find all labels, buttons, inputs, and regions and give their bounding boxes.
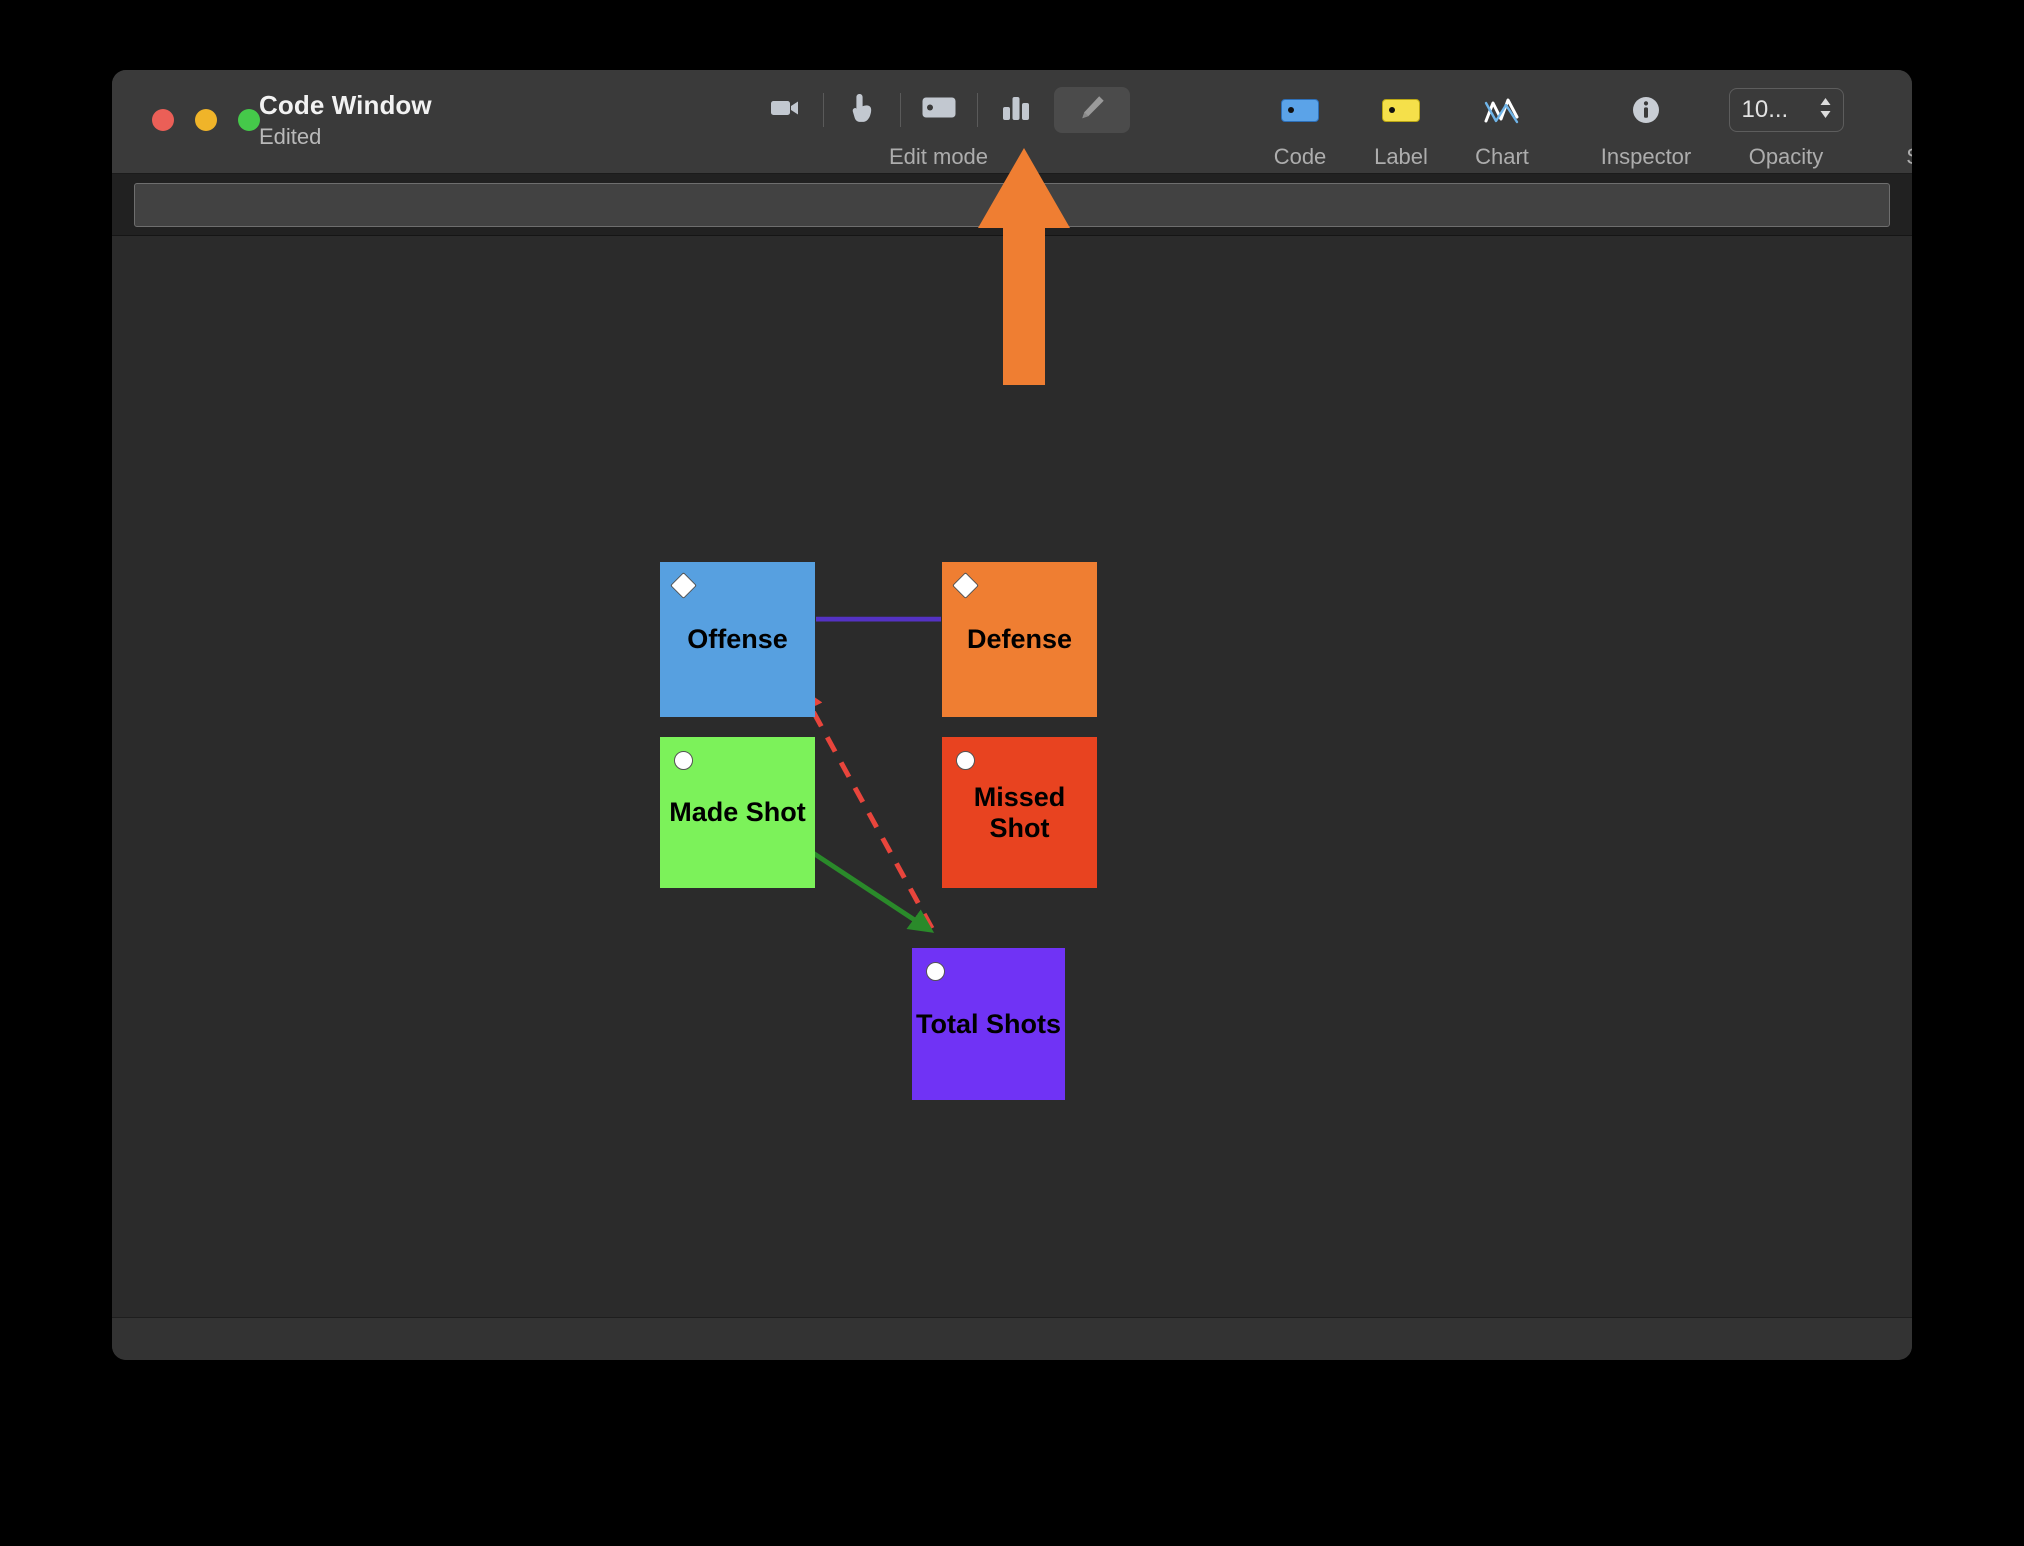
opacity-toolbar-control[interactable]: 10... Opacity	[1712, 81, 1860, 170]
edit-mode-toolbar	[747, 81, 1130, 139]
pointing-hand-tool-button[interactable]	[824, 87, 900, 133]
close-window-button[interactable]	[152, 109, 174, 131]
blue-tag-icon	[1281, 81, 1319, 139]
opacity-toolbar-label: Opacity	[1748, 144, 1824, 169]
main-text-input[interactable]	[134, 182, 1890, 227]
node-made-shot[interactable]: Made Shot	[660, 737, 815, 888]
minimize-window-button[interactable]	[195, 109, 217, 131]
titlebar: Code Window Edited Edit mode Code Label …	[112, 70, 1912, 174]
inspector-toolbar-button[interactable]: Inspector	[1587, 81, 1705, 170]
stepper-chevrons-icon[interactable]	[1817, 94, 1834, 127]
node-defense[interactable]: Defense	[942, 562, 1097, 717]
tag-tool-button[interactable]	[901, 87, 977, 133]
settings-toolbar-button[interactable]: Settings	[1887, 81, 1912, 170]
opacity-value: 10...	[1741, 96, 1789, 123]
node-handle-offense[interactable]	[670, 572, 697, 599]
video-camera-icon	[770, 97, 800, 124]
window-title: Code Window	[259, 90, 432, 120]
chart-toolbar-label: Chart	[1475, 144, 1529, 169]
input-bar-row	[112, 174, 1912, 236]
node-label-defense: Defense	[966, 624, 1073, 654]
pencil-icon	[1078, 94, 1106, 127]
chart-toolbar-button[interactable]: Chart	[1443, 81, 1561, 170]
yellow-tag-icon	[1382, 81, 1420, 139]
node-missed-shot[interactable]: Missed Shot	[942, 737, 1097, 888]
bar-chart-icon	[1002, 95, 1030, 126]
node-handle-missed-shot[interactable]	[956, 751, 975, 770]
label-toolbar-label: Label	[1374, 144, 1428, 169]
code-toolbar-label: Code	[1273, 144, 1327, 169]
window-subtitle: Edited	[259, 123, 322, 149]
bar-chart-tool-button[interactable]	[978, 87, 1054, 133]
node-handle-total-shots[interactable]	[926, 962, 945, 981]
node-label-made-shot: Made Shot	[669, 797, 806, 827]
diagram-canvas[interactable]: Offense Defense Made Shot Missed Shot To…	[112, 236, 1912, 1317]
settings-toolbar-label: Settings	[1906, 144, 1912, 170]
traffic-lights	[152, 109, 260, 131]
statusbar	[112, 1317, 1912, 1360]
node-handle-defense[interactable]	[952, 572, 979, 599]
inspector-toolbar-label: Inspector	[1600, 144, 1692, 169]
node-label-offense: Offense	[687, 624, 788, 654]
node-total-shots[interactable]: Total Shots	[912, 948, 1065, 1100]
node-offense[interactable]: Offense	[660, 562, 815, 717]
connector-total-shots-offense[interactable]	[799, 686, 935, 930]
tag-icon	[922, 97, 956, 123]
pencil-tool-button[interactable]	[1054, 87, 1130, 133]
line-chart-icon	[1484, 81, 1520, 139]
maximize-window-button[interactable]	[238, 109, 260, 131]
pointing-hand-icon	[851, 93, 873, 128]
video-camera-tool-button[interactable]	[747, 87, 823, 133]
node-handle-made-shot[interactable]	[674, 751, 693, 770]
opacity-stepper-wrapper: 10...	[1728, 81, 1844, 139]
node-label-total-shots: Total Shots	[916, 1008, 1061, 1039]
node-label-missed-shot: Missed Shot	[973, 781, 1066, 843]
window-title-block: Code Window Edited	[259, 90, 432, 150]
info-icon	[1631, 81, 1661, 139]
opacity-stepper[interactable]: 10...	[1728, 88, 1844, 132]
edit-mode-group: Edit mode	[747, 81, 1130, 170]
app-window: Code Window Edited Edit mode Code Label …	[112, 70, 1912, 1360]
edit-mode-label: Edit mode	[888, 144, 989, 169]
